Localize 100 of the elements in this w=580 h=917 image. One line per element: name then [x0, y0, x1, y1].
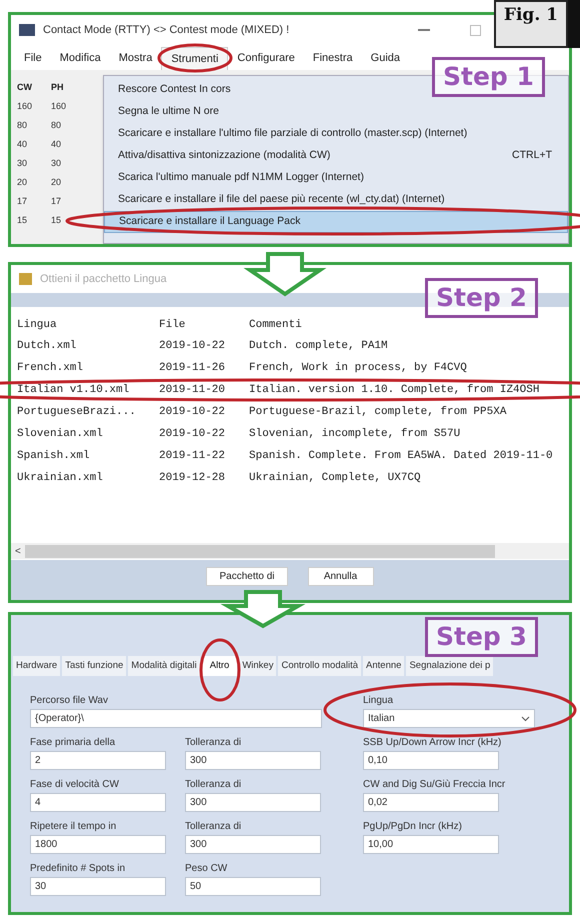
band-label: 160: [51, 100, 68, 113]
table-cell-text: 2019-11-20: [159, 383, 226, 398]
dropdown-item[interactable]: Scarica l'ultimo manuale pdf N1MM Logger (Internet): [104, 167, 568, 189]
band-label: 20: [51, 176, 62, 189]
table-cell-text: 2019-10-22: [159, 405, 226, 420]
settings-tab[interactable]: Modalità digitali: [128, 656, 200, 676]
field-label: Tolleranza di: [185, 779, 242, 791]
field-label: SSB Up/Down Arrow Incr (kHz): [363, 737, 502, 749]
app-logo-icon: [19, 24, 35, 36]
field-label: Percorso file Wav: [30, 695, 109, 707]
menu-item[interactable]: File: [15, 47, 51, 70]
field-label: Predefinito # Spots in: [30, 863, 126, 875]
column-header: PH: [51, 81, 65, 94]
table-cell-text: Spanish. Complete. From EA5WA. Dated 2019-11-0: [249, 449, 553, 464]
text-field[interactable]: 0,10: [363, 751, 499, 770]
menu-item[interactable]: Mostra: [110, 47, 162, 70]
window-title: Ottieni il pacchetto Lingua: [40, 272, 167, 287]
field-label: Fase primaria della: [30, 737, 116, 749]
field-label: Tolleranza di: [185, 821, 242, 833]
band-label: 40: [17, 138, 28, 151]
field-label: PgUp/PgDn Incr (kHz): [363, 821, 463, 833]
field-label: Ripetere il tempo in: [30, 821, 118, 833]
column-header: File: [159, 318, 186, 333]
minimize-icon[interactable]: [418, 29, 430, 31]
field-label: Peso CW: [185, 863, 228, 875]
scroll-left-arrow[interactable]: <: [11, 544, 25, 558]
step-label: Step 2: [425, 278, 538, 318]
text-field[interactable]: 4: [30, 793, 166, 812]
menu-item[interactable]: Modifica: [50, 47, 110, 70]
table-cell-text: Slovenian.xml: [17, 427, 103, 442]
text-field[interactable]: 50: [185, 877, 321, 896]
window-title: Contact Mode (RTTY) <> Contest mode (MIXED) !: [43, 22, 290, 38]
settings-tab[interactable]: Hardware: [13, 656, 60, 676]
figure-label: Fig. 1: [494, 0, 568, 48]
settings-tab[interactable]: Controllo modalità: [278, 656, 362, 676]
settings-tab[interactable]: Segnalazione dei p: [406, 656, 494, 676]
scrollbar-thumb[interactable]: [24, 544, 495, 558]
settings-tab[interactable]: Winkey: [239, 656, 276, 676]
table-cell-text: PortugueseBrazi...: [17, 405, 136, 420]
shortcut-text: CTRL+T: [512, 148, 552, 164]
app-logo-icon: [19, 273, 32, 285]
text-field[interactable]: 300: [185, 835, 321, 854]
text-field[interactable]: 300: [185, 751, 321, 770]
horizontal-scrollbar[interactable]: <: [11, 543, 569, 559]
field-label: Tolleranza di: [185, 737, 242, 749]
language-dropdown[interactable]: Italian: [363, 709, 535, 728]
menu-item[interactable]: Configurare: [228, 47, 304, 70]
field-label: Lingua: [363, 695, 394, 707]
table-cell-text: 2019-11-26: [159, 361, 226, 376]
table-cell-text: French, Work in process, by F4CVQ: [249, 361, 467, 376]
column-header: Lingua: [17, 318, 57, 333]
column-header: CW: [17, 81, 33, 94]
table-cell-text: 2019-11-22: [159, 449, 226, 464]
menu-item[interactable]: Finestra: [304, 47, 362, 70]
dropdown-item[interactable]: Scaricare e installare il file del paese più recente (wl_cty.dat) (Internet): [104, 189, 568, 211]
band-label: 15: [51, 214, 62, 227]
table-cell-text: Slovenian, incomplete, from S57U: [249, 427, 460, 442]
maximize-icon[interactable]: [470, 24, 481, 36]
table-cell-text: 2019-10-22: [159, 427, 226, 442]
table-cell-text: Italian v1.10.xml: [17, 383, 130, 398]
band-label: 15: [17, 214, 28, 227]
table-cell-text: French.xml: [17, 361, 84, 376]
dropdown-item[interactable]: Scaricare e installare l'ultimo file parziale di controllo (master.scp) (Internet): [104, 123, 568, 145]
band-label: 30: [17, 157, 28, 170]
table-cell-text: Dutch. complete, PA1M: [249, 339, 388, 354]
text-field[interactable]: {Operator}\: [30, 709, 322, 728]
dropdown-item[interactable]: Segna le ultime N ore: [104, 101, 568, 123]
table-cell-text: Spanish.xml: [17, 449, 90, 464]
text-field[interactable]: 300: [185, 793, 321, 812]
dropdown-item[interactable]: Attiva/disattiva sintonizzazione (modalità CW) CTRL+T: [104, 145, 568, 167]
dialog-button[interactable]: Annulla: [308, 567, 374, 586]
field-label: Fase di velocità CW: [30, 779, 120, 791]
band-label: 40: [51, 138, 62, 151]
column-header: Commenti: [249, 318, 302, 333]
table-cell-text: Italian. version 1.10. Complete, from IZ4OSH: [249, 383, 540, 398]
table-cell-text: Dutch.xml: [17, 339, 76, 354]
text-field[interactable]: 10,00: [363, 835, 499, 854]
text-field[interactable]: 30: [30, 877, 166, 896]
table-cell-text: Ukrainian, Complete, UX7CQ: [249, 471, 421, 486]
text-field[interactable]: 2: [30, 751, 166, 770]
band-label: 80: [51, 119, 62, 132]
settings-tab[interactable]: Tasti funzione: [62, 656, 126, 676]
step-label: Step 1: [432, 57, 545, 97]
corner-block: [568, 0, 580, 48]
text-field[interactable]: 1800: [30, 835, 166, 854]
menu-item[interactable]: Guida: [362, 47, 409, 70]
band-label: 20: [17, 176, 28, 189]
settings-tab[interactable]: Antenne: [363, 656, 404, 676]
step-label: Step 3: [425, 617, 538, 657]
field-label: CW and Dig Su/Giù Freccia Incr: [363, 779, 506, 791]
band-label: 160: [17, 100, 34, 113]
table-cell-text: 2019-10-22: [159, 339, 226, 354]
band-label: 17: [17, 195, 28, 208]
highlight-ellipse: [200, 638, 240, 702]
table-cell-text: Portuguese-Brazil, complete, from PP5XA: [249, 405, 506, 420]
table-cell-text: Ukrainian.xml: [17, 471, 103, 486]
text-field[interactable]: 0,02: [363, 793, 499, 812]
dialog-button[interactable]: Pacchetto di: [206, 567, 288, 586]
settings-tab[interactable]: Altro: [202, 656, 238, 676]
band-label: 30: [51, 157, 62, 170]
